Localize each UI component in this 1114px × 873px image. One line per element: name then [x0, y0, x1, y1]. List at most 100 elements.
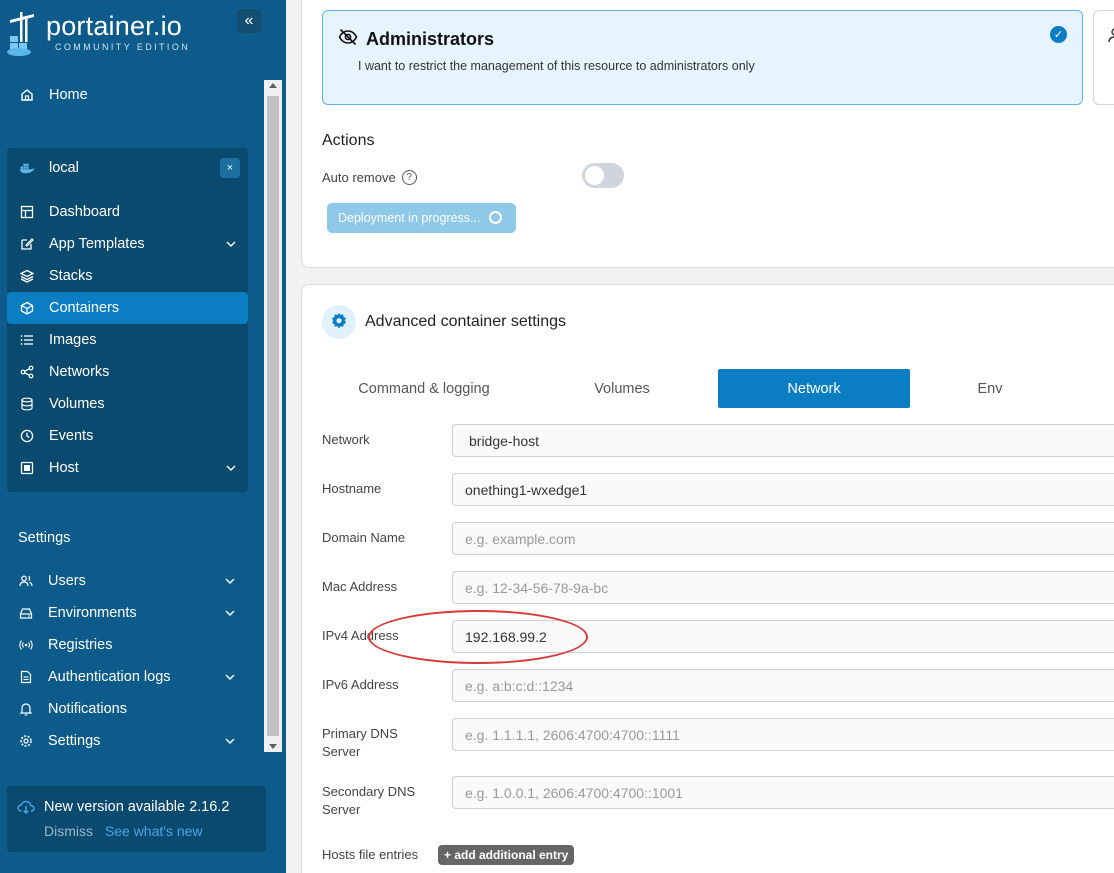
sidebar-item-label: Authentication logs	[48, 669, 171, 685]
portainer-logo[interactable]: portainer.io COMMUNITY EDITION	[6, 8, 190, 56]
sidebar-item-host[interactable]: Host	[7, 452, 248, 484]
sidebar-item-label: Settings	[48, 733, 101, 749]
update-title: New version available 2.16.2	[44, 799, 230, 815]
secondary-dns-label-line2: Server	[322, 802, 361, 817]
ipv6-address-input[interactable]: e.g. a:b:c:d::1234	[452, 669, 1114, 702]
tab-volumes[interactable]: Volumes	[528, 369, 716, 408]
scrollbar-thumb[interactable]	[267, 96, 279, 736]
tab-env[interactable]: Env	[920, 369, 1060, 408]
sidebar-item-label: Home	[49, 87, 88, 103]
scroll-up-icon[interactable]	[269, 83, 277, 88]
sidebar-item-images[interactable]: Images	[7, 324, 248, 356]
domain-name-input[interactable]: e.g. example.com	[452, 522, 1114, 555]
access-option-administrators[interactable]: Administrators I want to restrict the ma…	[322, 10, 1083, 105]
secondary-dns-label: Secondary DNS Server	[322, 783, 415, 819]
primary-dns-input[interactable]: e.g. 1.1.1.1, 2606:4700:4700::1111	[452, 718, 1114, 751]
collapse-sidebar-button[interactable]: «	[237, 9, 261, 33]
primary-dns-label: Primary DNS Server	[322, 725, 398, 761]
primary-dns-label-line2: Server	[322, 744, 361, 759]
network-select[interactable]: bridge-host	[452, 424, 1114, 457]
sidebar-item-label: Environments	[48, 605, 137, 621]
sidebar-item-dashboard[interactable]: Dashboard	[7, 196, 248, 228]
sidebar-item-authentication-logs[interactable]: Authentication logs	[6, 661, 247, 693]
user-icon	[1108, 27, 1114, 46]
sidebar-item-label: Registries	[48, 637, 113, 653]
mac-address-label: Mac Address	[322, 579, 398, 594]
hosts-file-label: Hosts file entries	[322, 847, 419, 862]
chevron-down-icon	[226, 461, 236, 477]
sidebar-item-home[interactable]: Home	[7, 79, 248, 111]
sidebar-item-label: Users	[48, 573, 86, 589]
radio-icon	[18, 637, 34, 653]
deploy-container-button[interactable]: Deployment in progress...	[327, 203, 516, 233]
environment-close-button[interactable]: ×	[220, 158, 240, 178]
tab-network[interactable]: Network	[718, 369, 910, 408]
access-option-restricted[interactable]	[1093, 10, 1114, 105]
home-icon	[19, 87, 35, 103]
chevron-down-icon	[225, 574, 235, 590]
sidebar-item-stacks[interactable]: Stacks	[7, 260, 248, 292]
brand-title: portainer.io	[46, 10, 182, 41]
hostname-label: Hostname	[322, 481, 382, 496]
sidebar-item-label: Events	[49, 428, 94, 444]
share-icon	[19, 364, 35, 380]
deploy-button-label: Deployment in progress...	[338, 211, 481, 225]
settings-heading: Settings	[18, 530, 71, 546]
auto-remove-label: Auto remove ?	[322, 170, 417, 185]
users-icon	[18, 573, 34, 589]
sidebar-item-label: Networks	[49, 364, 110, 380]
sidebar-item-volumes[interactable]: Volumes	[7, 388, 248, 420]
sidebar: portainer.io COMMUNITY EDITION « Home lo…	[0, 0, 286, 873]
loading-spinner-icon	[489, 211, 502, 224]
server-icon	[19, 460, 35, 476]
sidebar-item-label: Volumes	[49, 396, 105, 412]
add-host-entry-button[interactable]: + add additional entry	[438, 845, 575, 865]
access-option-description: I want to restrict the management of thi…	[358, 59, 755, 73]
close-icon: ×	[226, 162, 234, 174]
tab-command-logging[interactable]: Command & logging	[330, 369, 518, 408]
database-icon	[19, 396, 35, 412]
primary-dns-label-line1: Primary DNS	[322, 726, 398, 741]
sidebar-item-networks[interactable]: Networks	[7, 356, 248, 388]
access-option-title: Administrators	[366, 29, 495, 49]
sidebar-item-app-templates[interactable]: App Templates	[7, 228, 248, 260]
scroll-down-icon[interactable]	[269, 744, 277, 749]
whats-new-link[interactable]: See what's new	[105, 823, 203, 839]
sidebar-item-environments[interactable]: Environments	[6, 597, 247, 629]
chevron-down-icon	[225, 734, 235, 750]
ipv6-address-label: IPv6 Address	[322, 677, 399, 692]
auto-remove-text: Auto remove	[322, 170, 396, 185]
sidebar-item-users[interactable]: Users	[6, 565, 247, 597]
sidebar-item-label: Host	[49, 460, 79, 476]
update-notification: New version available 2.16.2 Dismiss See…	[7, 786, 266, 852]
advanced-settings-title: Advanced container settings	[365, 313, 567, 330]
sidebar-item-settings[interactable]: Settings	[6, 725, 247, 757]
network-label: Network	[322, 432, 370, 447]
hostname-input[interactable]: onething1-wxedge1	[452, 473, 1114, 506]
actions-heading: Actions	[322, 132, 375, 149]
annotation-ellipse	[368, 610, 588, 664]
clock-icon	[19, 428, 35, 444]
domain-name-label: Domain Name	[322, 530, 406, 545]
toggle-knob	[585, 166, 604, 185]
gear-icon	[18, 733, 34, 749]
sidebar-item-notifications[interactable]: Notifications	[6, 693, 247, 725]
edit-icon	[19, 236, 35, 252]
sidebar-scrollbar[interactable]	[264, 80, 282, 752]
eye-off-icon	[338, 28, 358, 49]
chevron-down-icon	[225, 606, 235, 622]
sidebar-item-label: App Templates	[49, 236, 145, 252]
brand-subtitle: COMMUNITY EDITION	[55, 41, 191, 52]
help-icon[interactable]: ?	[401, 170, 417, 185]
portainer-logo-icon	[6, 10, 40, 56]
sidebar-item-label: Notifications	[48, 701, 127, 717]
auto-remove-toggle[interactable]	[582, 163, 624, 188]
mac-address-input[interactable]: e.g. 12-34-56-78-9a-bc	[452, 571, 1114, 604]
environment-selector[interactable]: local	[7, 152, 248, 184]
sidebar-item-registries[interactable]: Registries	[6, 629, 247, 661]
dismiss-link[interactable]: Dismiss	[44, 823, 93, 839]
sidebar-item-containers[interactable]: Containers	[7, 292, 248, 324]
file-text-icon	[18, 669, 34, 685]
sidebar-item-events[interactable]: Events	[7, 420, 248, 452]
secondary-dns-input[interactable]: e.g. 1.0.0.1, 2606:4700:4700::1001	[452, 776, 1114, 809]
